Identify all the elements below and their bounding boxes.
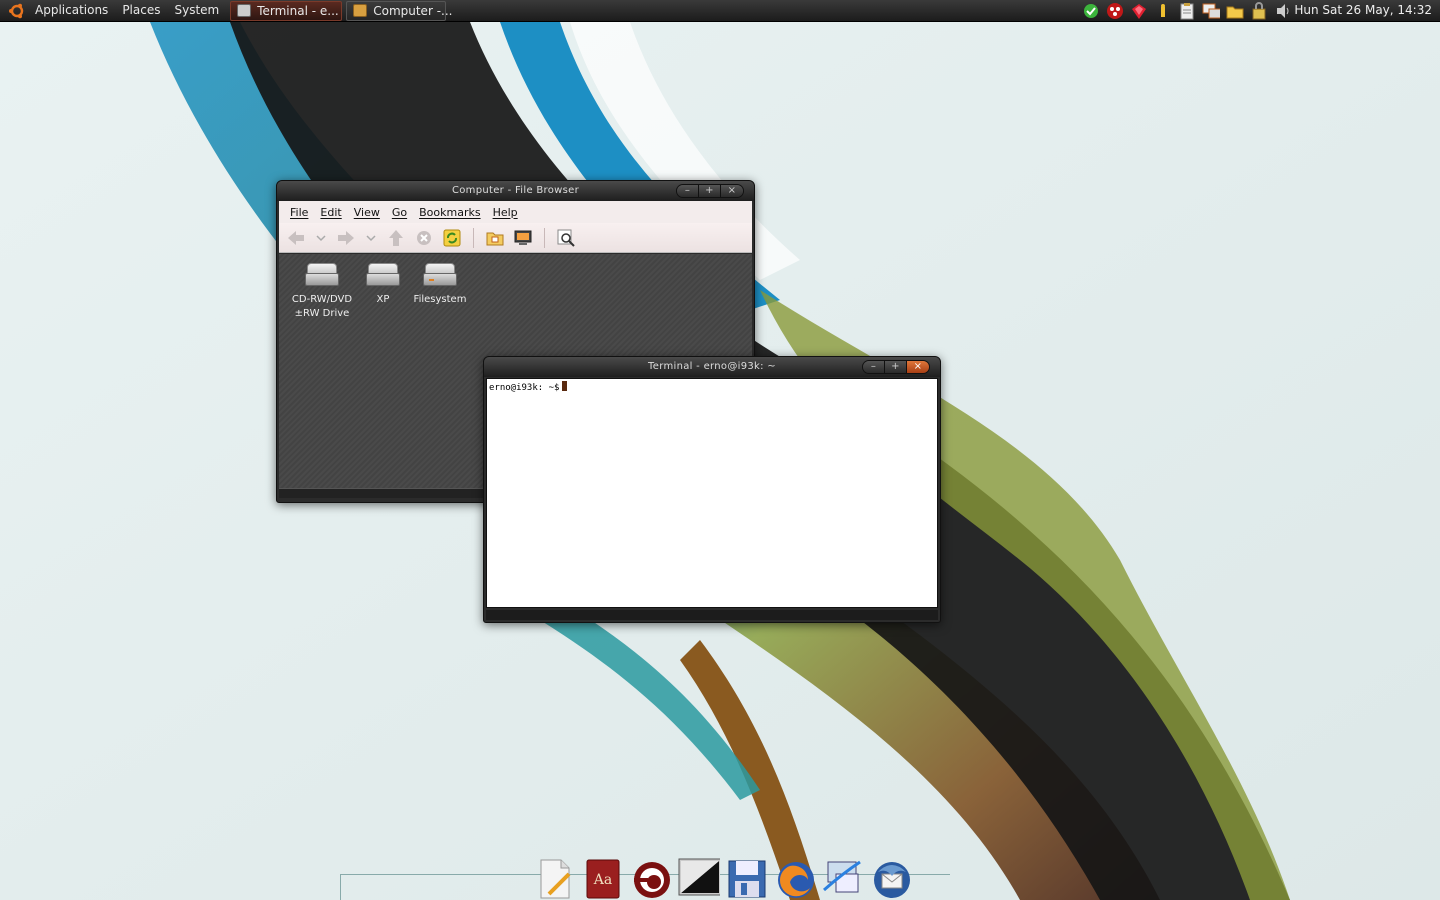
taskbar-computer-label: Computer -... [373, 3, 453, 18]
thunderbird-icon[interactable] [870, 856, 912, 900]
terminal-titlebar[interactable]: Terminal - erno@i93k: ~ – + × [484, 357, 940, 377]
drive-cdrw[interactable]: CD-RW/DVD ±RW Drive [287, 263, 357, 321]
terminal-window-controls: – + × [862, 360, 930, 374]
terminal-task-icon [237, 4, 252, 17]
dictionary-icon[interactable]: Aa [582, 856, 624, 900]
file-browser-window-controls: – + × [676, 184, 744, 198]
messenger-icon[interactable] [1082, 2, 1100, 20]
toolbar-separator [544, 227, 545, 248]
close-button[interactable]: × [721, 185, 743, 197]
firefox-icon[interactable] [774, 856, 816, 900]
back-icon[interactable] [285, 227, 307, 249]
dock: Aa [534, 852, 912, 900]
text-editor-icon[interactable] [534, 856, 576, 900]
back-history-chevron-down-icon[interactable] [313, 227, 329, 249]
terminal-title: Terminal - erno@i93k: ~ [648, 361, 776, 372]
svg-text:Aa: Aa [593, 872, 612, 888]
display-icon[interactable] [1202, 2, 1220, 20]
filesystem-drive-icon [423, 263, 457, 287]
zoom-icon[interactable] [555, 227, 577, 249]
reload-icon[interactable] [441, 227, 463, 249]
menu-bookmarks[interactable]: Bookmarks [413, 206, 486, 219]
lock-icon[interactable] [1250, 2, 1268, 20]
menu-help[interactable]: Help [487, 206, 524, 219]
close-button[interactable]: × [907, 361, 929, 373]
toolbar-separator [473, 227, 474, 248]
optical-drive-icon [305, 263, 339, 287]
up-icon[interactable] [385, 227, 407, 249]
maximize-button[interactable]: + [699, 185, 721, 197]
power-icon[interactable] [1154, 2, 1172, 20]
ubuntu-logo-icon[interactable] [6, 0, 28, 22]
terminal-icon[interactable] [678, 856, 720, 900]
top-panel: Applications Places System Terminal - e.… [0, 0, 1440, 22]
file-browser-titlebar[interactable]: Computer - File Browser – + × [277, 181, 754, 201]
file-browser-toolbar [279, 223, 752, 253]
terminal-bottom-bar [486, 610, 938, 620]
terminal-output[interactable]: erno@i93k: ~$ [486, 378, 938, 608]
home-folder-icon[interactable] [484, 227, 506, 249]
drive-filesystem[interactable]: Filesystem [405, 263, 475, 307]
minimize-button[interactable]: – [677, 185, 699, 197]
menu-file[interactable]: File [284, 206, 314, 219]
menu-applications[interactable]: Applications [28, 0, 115, 22]
terminal-cursor [562, 381, 568, 391]
folder-icon[interactable] [1226, 2, 1244, 20]
volume-icon[interactable] [1274, 2, 1292, 20]
stop-icon[interactable] [413, 227, 435, 249]
maximize-button[interactable]: + [885, 361, 907, 373]
network-icon[interactable] [822, 856, 864, 900]
terminal-prompt: erno@i93k: ~$ [489, 383, 560, 393]
menu-places[interactable]: Places [115, 0, 167, 22]
ruby-icon[interactable] [1130, 2, 1148, 20]
taskbar-computer[interactable]: Computer -... [346, 0, 452, 21]
menu-view[interactable]: View [348, 206, 386, 219]
file-browser-menubar: File Edit View Go Bookmarks Help [279, 201, 752, 223]
system-tray [1082, 2, 1292, 20]
menu-system[interactable]: System [167, 0, 226, 22]
folder-task-icon [353, 4, 368, 17]
taskbar-terminal[interactable]: Terminal - e... [230, 0, 343, 21]
clipboard-icon[interactable] [1178, 2, 1196, 20]
drive-label: Filesystem [413, 294, 467, 305]
terminal-swirl-icon[interactable] [630, 856, 672, 900]
forward-icon[interactable] [335, 227, 357, 249]
network-monitor-icon[interactable] [1106, 2, 1124, 20]
computer-icon[interactable] [512, 227, 534, 249]
terminal-window: Terminal - erno@i93k: ~ – + × erno@i93k:… [483, 356, 941, 623]
menu-edit[interactable]: Edit [314, 206, 347, 219]
forward-history-chevron-down-icon[interactable] [363, 227, 379, 249]
file-browser-title: Computer - File Browser [451, 185, 579, 196]
minimize-button[interactable]: – [863, 361, 885, 373]
drive-label: CD-RW/DVD ±RW Drive [291, 294, 353, 319]
clock[interactable]: Hun Sat 26 May, 14:32 [1294, 0, 1432, 22]
menu-go[interactable]: Go [386, 206, 413, 219]
save-icon[interactable] [726, 856, 768, 900]
taskbar-terminal-label: Terminal - e... [257, 3, 339, 18]
hard-drive-icon [366, 263, 400, 287]
